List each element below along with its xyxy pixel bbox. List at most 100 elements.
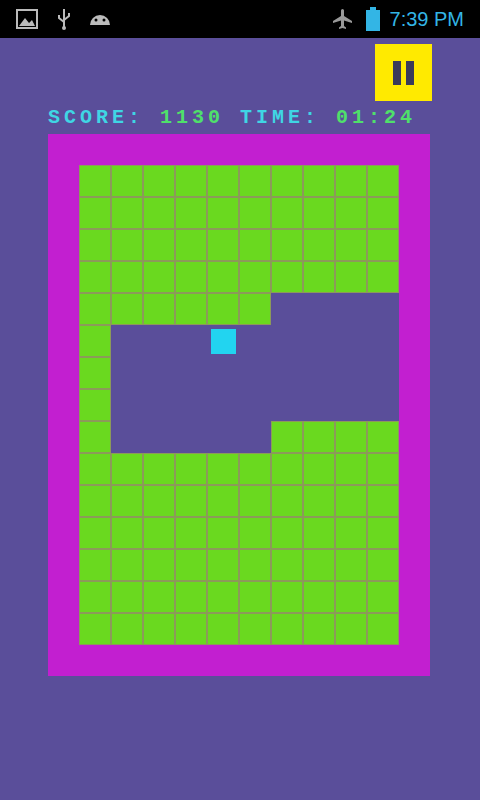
block-cell: [143, 549, 175, 581]
empty-cell: [207, 421, 239, 453]
block-cell: [207, 197, 239, 229]
block-cell: [207, 549, 239, 581]
block-cell: [79, 261, 111, 293]
block-cell: [367, 229, 399, 261]
block-cell: [239, 613, 271, 645]
empty-cell: [175, 421, 207, 453]
block-cell: [367, 517, 399, 549]
block-cell: [367, 421, 399, 453]
block-cell: [175, 229, 207, 261]
block-cell: [207, 613, 239, 645]
pause-button[interactable]: [375, 44, 432, 101]
block-cell: [271, 165, 303, 197]
block-cell: [335, 421, 367, 453]
block-cell: [207, 517, 239, 549]
block-cell: [79, 357, 111, 389]
empty-cell: [175, 325, 207, 357]
empty-cell: [239, 421, 271, 453]
empty-cell: [207, 325, 239, 357]
board-row: [79, 197, 399, 229]
block-cell: [239, 293, 271, 325]
block-cell: [367, 197, 399, 229]
empty-cell: [335, 325, 367, 357]
usb-icon: [56, 8, 72, 30]
board-row: [79, 421, 399, 453]
block-cell: [143, 261, 175, 293]
pause-icon: [393, 61, 414, 85]
time-value: 01:24: [336, 106, 416, 129]
block-cell: [111, 197, 143, 229]
empty-cell: [367, 325, 399, 357]
block-cell: [367, 453, 399, 485]
block-cell: [175, 165, 207, 197]
empty-cell: [271, 325, 303, 357]
block-cell: [79, 229, 111, 261]
block-cell: [143, 165, 175, 197]
board-row: [79, 229, 399, 261]
block-cell: [335, 165, 367, 197]
empty-cell: [367, 389, 399, 421]
block-cell: [143, 229, 175, 261]
block-cell: [335, 485, 367, 517]
block-cell: [303, 261, 335, 293]
board-row: [79, 325, 399, 357]
empty-cell: [111, 389, 143, 421]
block-cell: [367, 613, 399, 645]
block-cell: [367, 549, 399, 581]
block-cell: [303, 421, 335, 453]
block-cell: [79, 517, 111, 549]
android-icon: [88, 11, 112, 27]
empty-cell: [335, 293, 367, 325]
block-cell: [79, 485, 111, 517]
block-cell: [207, 485, 239, 517]
block-cell: [111, 453, 143, 485]
block-cell: [303, 197, 335, 229]
block-cell: [79, 325, 111, 357]
game-screen: 7:39 PMSCORE: 1130 TIME: 01:24: [0, 0, 480, 800]
block-cell: [79, 549, 111, 581]
block-cell: [143, 197, 175, 229]
block-cell: [271, 197, 303, 229]
empty-cell: [271, 293, 303, 325]
score-value: 1130: [160, 106, 224, 129]
empty-cell: [367, 293, 399, 325]
board-row: [79, 581, 399, 613]
block-cell: [111, 165, 143, 197]
block-cell: [111, 229, 143, 261]
game-board[interactable]: [48, 134, 430, 676]
empty-cell: [207, 389, 239, 421]
score-label: SCORE:: [48, 106, 144, 129]
block-cell: [207, 581, 239, 613]
empty-cell: [175, 389, 207, 421]
board-row: [79, 485, 399, 517]
image-icon: [16, 9, 38, 29]
empty-cell: [335, 389, 367, 421]
block-cell: [143, 485, 175, 517]
block-cell: [271, 549, 303, 581]
block-cell: [79, 613, 111, 645]
empty-cell: [111, 421, 143, 453]
block-cell: [143, 293, 175, 325]
empty-cell: [175, 357, 207, 389]
board-grid: [79, 165, 399, 645]
block-cell: [367, 165, 399, 197]
board-row: [79, 453, 399, 485]
block-cell: [175, 549, 207, 581]
empty-cell: [111, 325, 143, 357]
block-cell: [335, 581, 367, 613]
empty-cell: [239, 389, 271, 421]
empty-cell: [303, 357, 335, 389]
block-cell: [303, 581, 335, 613]
block-cell: [79, 165, 111, 197]
block-cell: [303, 165, 335, 197]
board-row: [79, 261, 399, 293]
block-cell: [175, 261, 207, 293]
block-cell: [271, 261, 303, 293]
block-cell: [111, 581, 143, 613]
block-cell: [207, 261, 239, 293]
block-cell: [175, 485, 207, 517]
block-cell: [239, 581, 271, 613]
block-cell: [239, 197, 271, 229]
block-cell: [143, 517, 175, 549]
empty-cell: [335, 357, 367, 389]
